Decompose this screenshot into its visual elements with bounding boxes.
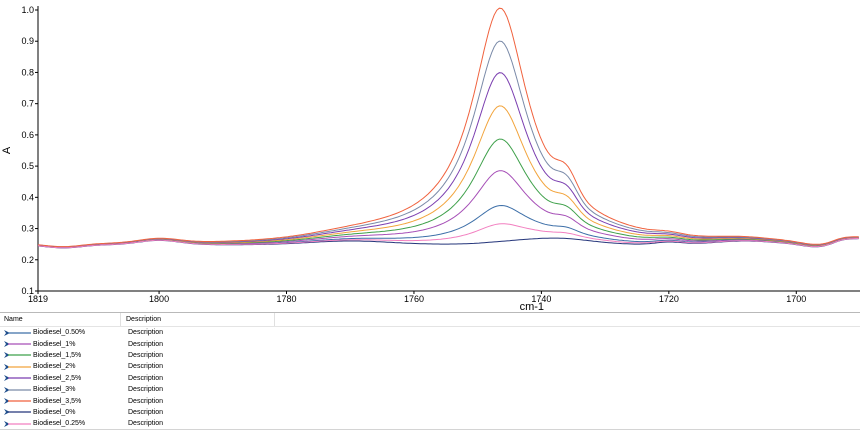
y-tick-label: 0.7 (21, 99, 34, 109)
legend-name-cell: Biodiesel_3% (0, 386, 123, 394)
series-line (37, 138, 859, 248)
y-tick-label: 0.3 (21, 224, 34, 234)
series-line-swatch-icon (3, 340, 31, 348)
y-tick-label: 1.0 (21, 5, 34, 15)
legend-row[interactable]: Biodiesel_1,5% Description (0, 350, 860, 361)
x-tick-label: 1800 (149, 294, 169, 304)
legend-list: Biodiesel_0.50% Description Biodiesel_1% De… (0, 327, 860, 430)
legend-row[interactable]: Biodiesel_0.50% Description (0, 327, 860, 338)
series-line-swatch-icon (3, 329, 31, 337)
y-tick-label: 0.8 (21, 67, 34, 77)
legend-series-name: Biodiesel_0% (33, 408, 76, 416)
chart-svg: 0.10.20.30.40.50.60.70.80.91.01819 1800 17… (1, 5, 860, 312)
legend-name-cell: Biodiesel_1,5% (0, 351, 123, 359)
y-tick-label: 0.9 (21, 36, 34, 46)
x-axis-title: cm-1 (520, 301, 544, 312)
x-tick-label: 1819 (28, 294, 48, 304)
legend-description-cell: Description (128, 386, 164, 394)
series-line-swatch-icon (3, 351, 31, 359)
legend-name-cell: Biodiesel_0% (0, 408, 123, 416)
legend-description-cell: Description (128, 420, 164, 428)
legend-name-cell: Biodiesel_0.50% (0, 329, 123, 337)
legend-series-name: Biodiesel_2% (33, 363, 76, 371)
legend-description-cell: Description (128, 397, 164, 405)
y-tick-label: 0.2 (21, 255, 34, 265)
series-line-swatch-icon (3, 408, 31, 416)
legend-description-cell: Description (128, 329, 164, 337)
legend-divider (0, 429, 860, 430)
series-line-swatch-icon (3, 420, 31, 428)
legend-description-cell: Description (128, 374, 164, 382)
series-line-swatch-icon (3, 386, 31, 394)
legend-series-name: Biodiesel_3,5% (33, 397, 82, 405)
spectrum-chart: 0.1 0.2 0.3 0.4 0.5 0.6 0.7 0.8 0.9 1.0 1819 1800 17… (0, 0, 860, 312)
legend-name-cell: Biodiesel_0.25% (0, 420, 123, 428)
series-line (37, 40, 859, 248)
legend-series-name: Biodiesel_0.50% (33, 329, 86, 337)
x-tick-label: 1720 (659, 294, 679, 304)
series-line-swatch-icon (3, 397, 31, 405)
legend-series-name: Biodiesel_1% (33, 340, 76, 348)
y-tick-label: 0.5 (21, 161, 34, 171)
legend-row[interactable]: Biodiesel_3% Description (0, 384, 860, 395)
legend-row[interactable]: Biodiesel_3,5% Description (0, 395, 860, 406)
y-tick-label: 0.6 (21, 130, 34, 140)
legend-name-cell: Biodiesel_2% (0, 363, 123, 371)
y-tick-label: 0.4 (21, 192, 34, 202)
column-header-description[interactable]: Description (120, 313, 275, 326)
legend-row[interactable]: Biodiesel_1% Description (0, 338, 860, 349)
y-axis-title: A (1, 146, 13, 154)
column-header-name[interactable]: Name (0, 316, 120, 323)
legend-series-name: Biodiesel_2,5% (33, 374, 82, 382)
series-line-swatch-icon (3, 363, 31, 371)
series-line-swatch-icon (3, 374, 31, 382)
legend-panel: Name Description Biodiesel_0.50% Descript… (0, 312, 860, 432)
legend-series-name: Biodiesel_1,5% (33, 351, 82, 359)
legend-description-cell: Description (128, 351, 164, 359)
legend-description-cell: Description (128, 340, 164, 348)
legend-name-cell: Biodiesel_1% (0, 340, 123, 348)
legend-row[interactable]: Biodiesel_0.25% Description (0, 418, 860, 429)
legend-series-name: Biodiesel_0.25% (33, 420, 86, 428)
x-tick-label: 1700 (786, 294, 806, 304)
series-line (37, 105, 859, 248)
x-tick-label: 1760 (404, 294, 424, 304)
legend-name-cell: Biodiesel_2,5% (0, 374, 123, 382)
legend-row[interactable]: Biodiesel_2,5% Description (0, 373, 860, 384)
legend-row[interactable]: Biodiesel_2% Description (0, 361, 860, 372)
legend-series-name: Biodiesel_3% (33, 386, 76, 394)
legend-row[interactable]: Biodiesel_0% Description (0, 407, 860, 418)
x-tick-label: 1780 (276, 294, 296, 304)
legend-description-cell: Description (128, 408, 164, 416)
legend-name-cell: Biodiesel_3,5% (0, 397, 123, 405)
legend-header: Name Description (0, 313, 860, 327)
legend-description-cell: Description (128, 363, 164, 371)
